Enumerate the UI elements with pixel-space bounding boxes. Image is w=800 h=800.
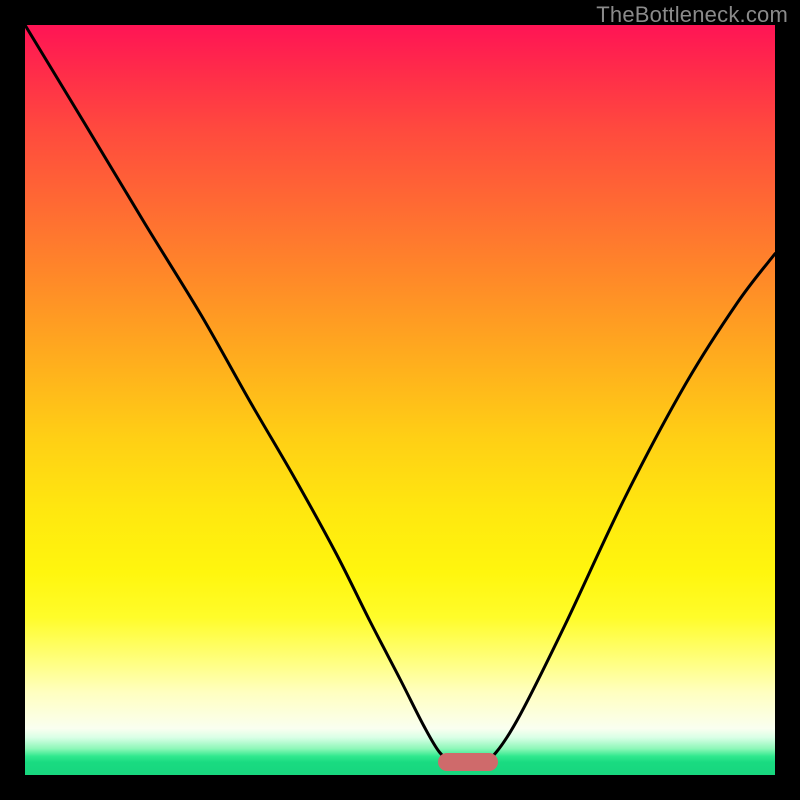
bottleneck-curve-path: [25, 25, 775, 761]
watermark-text: TheBottleneck.com: [596, 2, 788, 28]
bottleneck-curve: [25, 25, 775, 775]
optimal-point-marker: [438, 753, 498, 771]
chart-canvas: TheBottleneck.com: [0, 0, 800, 800]
plot-area: [25, 25, 775, 775]
